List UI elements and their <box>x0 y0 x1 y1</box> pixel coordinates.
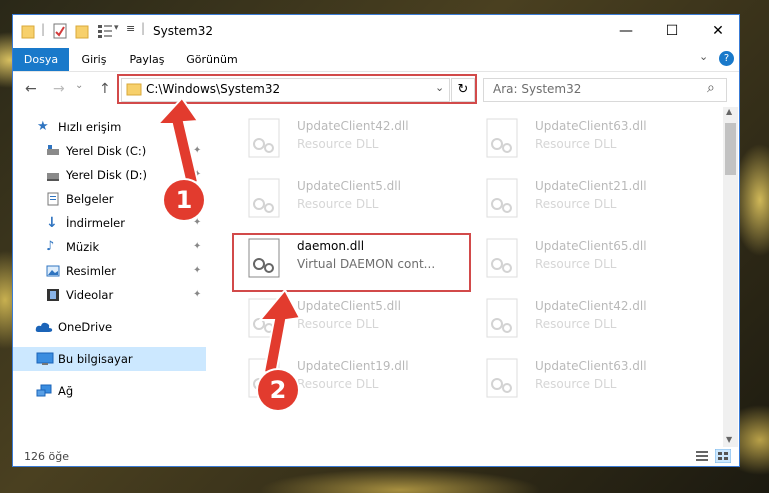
annotation-arrows <box>155 96 302 376</box>
arrow-to-address-bar <box>155 96 200 186</box>
callout-step-1: 1 <box>164 180 204 220</box>
callout-step-2: 2 <box>258 370 298 410</box>
arrow-to-daemon-dll <box>257 288 302 376</box>
